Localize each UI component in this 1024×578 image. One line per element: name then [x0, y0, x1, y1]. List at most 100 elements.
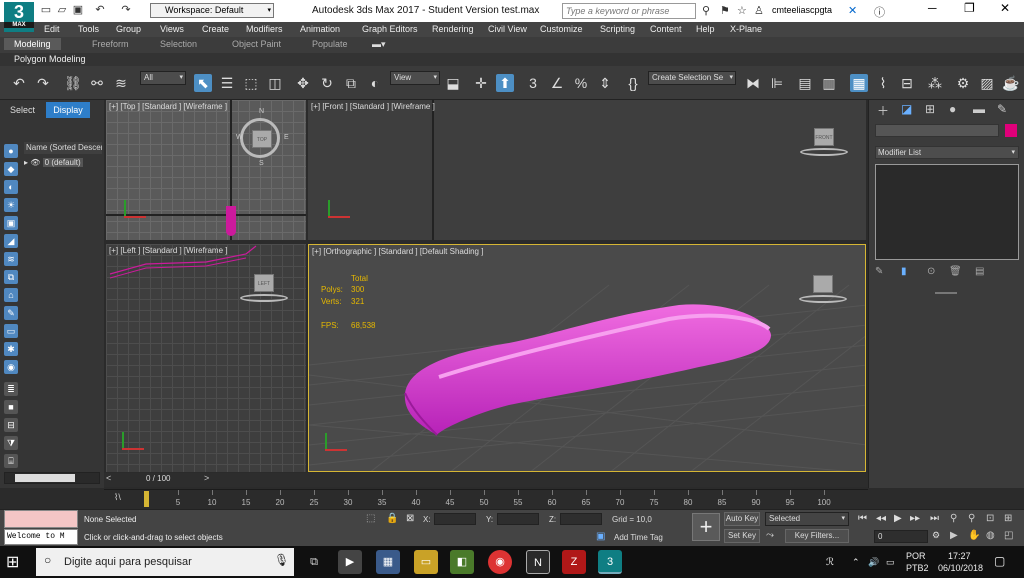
tray-chevron-icon[interactable]: ⌃ [852, 557, 860, 568]
menu-graph-editors[interactable]: Graph Editors [362, 24, 418, 34]
tab-select[interactable]: Select [10, 105, 35, 115]
render-setup-icon[interactable]: ⚙ [954, 74, 972, 92]
menu-tools[interactable]: Tools [78, 24, 99, 34]
display-shapes-icon[interactable]: ◐ [4, 180, 18, 194]
pink-hull-object[interactable] [309, 245, 866, 472]
file-explorer-icon[interactable]: ▭ [414, 550, 438, 574]
time-configuration-icon[interactable]: ⚙ [932, 530, 940, 541]
curve-editor-icon[interactable]: ⌇ [874, 74, 892, 92]
absolute-mode-icon[interactable]: ⊠ [406, 513, 414, 524]
tab-display[interactable]: Display [46, 102, 90, 118]
set-key-button[interactable]: Set Key [724, 529, 760, 543]
modifier-list-dropdown[interactable]: Modifier List ▾ [875, 146, 1019, 159]
notifications-icon[interactable]: ▢ [994, 554, 1005, 568]
redo-icon[interactable]: ↷ [120, 4, 132, 16]
microphone-icon[interactable]: 🎙 [274, 553, 289, 567]
spinner-snap-icon[interactable]: ⇕ [596, 74, 614, 92]
go-to-start-icon[interactable]: ⏮ [858, 513, 867, 524]
modify-tab-icon[interactable]: ◪ [901, 102, 912, 116]
scene-layer-row[interactable]: ▸ 👁 0 (default) [24, 156, 102, 169]
display-tab-icon[interactable]: ▬ [973, 102, 985, 116]
default-tangent-icon[interactable]: ⤳ [766, 530, 774, 541]
move-icon[interactable]: ✥ [294, 74, 312, 92]
toggle-ribbon-icon[interactable]: ▦ [850, 74, 868, 92]
menu-civil-view[interactable]: Civil View [488, 24, 527, 34]
visibility-eye-icon[interactable]: 👁 [30, 158, 40, 167]
maximize-viewport-icon[interactable]: ◰ [1004, 530, 1013, 541]
set-keys-button[interactable]: + [692, 513, 720, 541]
zoom-all-icon[interactable]: ⚲ [968, 513, 975, 524]
isolate-icon[interactable]: ⬚ [366, 513, 375, 524]
select-manipulate-icon[interactable]: ✛ [472, 74, 490, 92]
viewport-front[interactable]: FRONT [+] [Front ] [Standard ] [Wirefram… [308, 100, 866, 240]
viewport-label-persp[interactable]: [+] [Orthographic ] [Standard ] [Default… [312, 247, 483, 256]
reference-coordinate-dropdown[interactable]: View ▾ [390, 71, 440, 85]
schematic-view-icon[interactable]: ⊟ [898, 74, 916, 92]
object-top-view[interactable] [226, 206, 236, 236]
box-icon[interactable]: ■ [4, 400, 18, 414]
maxscript-listener-input[interactable] [4, 510, 78, 528]
menu-create[interactable]: Create [202, 24, 229, 34]
tab-selection[interactable]: Selection [160, 39, 197, 49]
binoculars-icon[interactable]: ⚲ [702, 4, 710, 17]
language-indicator[interactable]: POR [906, 551, 926, 561]
rotate-icon[interactable]: ↻ [318, 74, 336, 92]
app-n-icon[interactable]: N [526, 550, 550, 574]
menu-customize[interactable]: Customize [540, 24, 583, 34]
percent-snap-icon[interactable]: % [572, 74, 590, 92]
menu-modifiers[interactable]: Modifiers [246, 24, 283, 34]
menu-scripting[interactable]: Scripting [600, 24, 635, 34]
mirror-icon[interactable]: ⧓ [744, 74, 762, 92]
next-frame-icon[interactable]: ▸▸ [910, 513, 920, 524]
maxscript-output[interactable]: Welcome to M [4, 529, 78, 545]
x-coordinate-field[interactable] [434, 513, 476, 525]
viewcube-ring[interactable] [799, 295, 847, 303]
task-view-icon[interactable]: ⧉ [302, 550, 326, 574]
filter-icon[interactable]: ⧩ [4, 436, 18, 450]
render-production-icon[interactable]: ☕ [1002, 74, 1020, 92]
zoom-extents-icon[interactable]: ⊡ [986, 513, 994, 524]
network-icon[interactable]: ▭ [886, 557, 895, 568]
y-coordinate-field[interactable] [497, 513, 539, 525]
selection-set-dropdown[interactable]: Selected ▾ [765, 512, 849, 526]
hierarchy-tab-icon[interactable]: ⊞ [925, 102, 935, 116]
star-icon[interactable]: ☆ [737, 4, 747, 17]
window-crossing-icon[interactable]: ◫ [266, 74, 284, 92]
pan-view-icon[interactable]: ✋ [968, 530, 980, 541]
current-frame-marker[interactable] [144, 491, 149, 507]
align-icon[interactable]: ⊫ [768, 74, 786, 92]
current-frame-field[interactable]: 0 [874, 530, 928, 543]
display-all-icon[interactable]: ◉ [4, 360, 18, 374]
scrollbar-thumb[interactable] [15, 474, 75, 482]
display-spacewarps-icon[interactable]: ≋ [4, 252, 18, 266]
angle-snap-icon[interactable]: ∠ [548, 74, 566, 92]
configure-modifier-sets-icon[interactable]: ▤ [975, 266, 984, 277]
polygon-modeling-button[interactable]: Polygon Modeling [14, 53, 86, 66]
hierarchy-icon[interactable]: ⊟ [4, 418, 18, 432]
taskbar-search-input[interactable]: Digite aqui para pesquisar [36, 548, 294, 576]
viewcube-ring[interactable] [240, 294, 288, 302]
selection-filter-dropdown[interactable]: All ▾ [140, 71, 186, 85]
display-groups-icon[interactable]: ⧉ [4, 270, 18, 284]
windows-start-icon[interactable]: ⊞ [6, 552, 19, 572]
z-coordinate-field[interactable] [560, 513, 602, 525]
go-to-end-icon[interactable]: ⏭ [930, 513, 939, 524]
time-tag-icon[interactable]: ▣ [596, 531, 605, 542]
pin-stack-icon[interactable]: ✎ [875, 266, 883, 277]
close-icon[interactable]: ✕ [1000, 1, 1010, 15]
sketchup-app-icon[interactable]: ◧ [450, 550, 474, 574]
viewcube[interactable]: LEFT [254, 274, 274, 292]
clock-date[interactable]: 06/10/2018 [938, 563, 983, 573]
menu-views[interactable]: Views [160, 24, 184, 34]
viewport-left[interactable]: LEFT [+] [Left ] [Standard ] [Wireframe … [106, 244, 306, 472]
object-name-field[interactable] [875, 124, 999, 137]
display-bones-icon[interactable]: ✎ [4, 306, 18, 320]
toggle-layer-explorer-icon[interactable]: ▥ [820, 74, 838, 92]
auto-key-button[interactable]: Auto Key [724, 512, 760, 526]
add-time-tag[interactable]: Add Time Tag [614, 533, 663, 542]
undo-icon[interactable]: ↶ [10, 74, 28, 92]
open-file-icon[interactable]: ▱ [56, 4, 68, 16]
display-none-icon[interactable]: ● [4, 144, 18, 158]
menu-help[interactable]: Help [696, 24, 715, 34]
tab-modeling[interactable]: Modeling [4, 38, 61, 50]
